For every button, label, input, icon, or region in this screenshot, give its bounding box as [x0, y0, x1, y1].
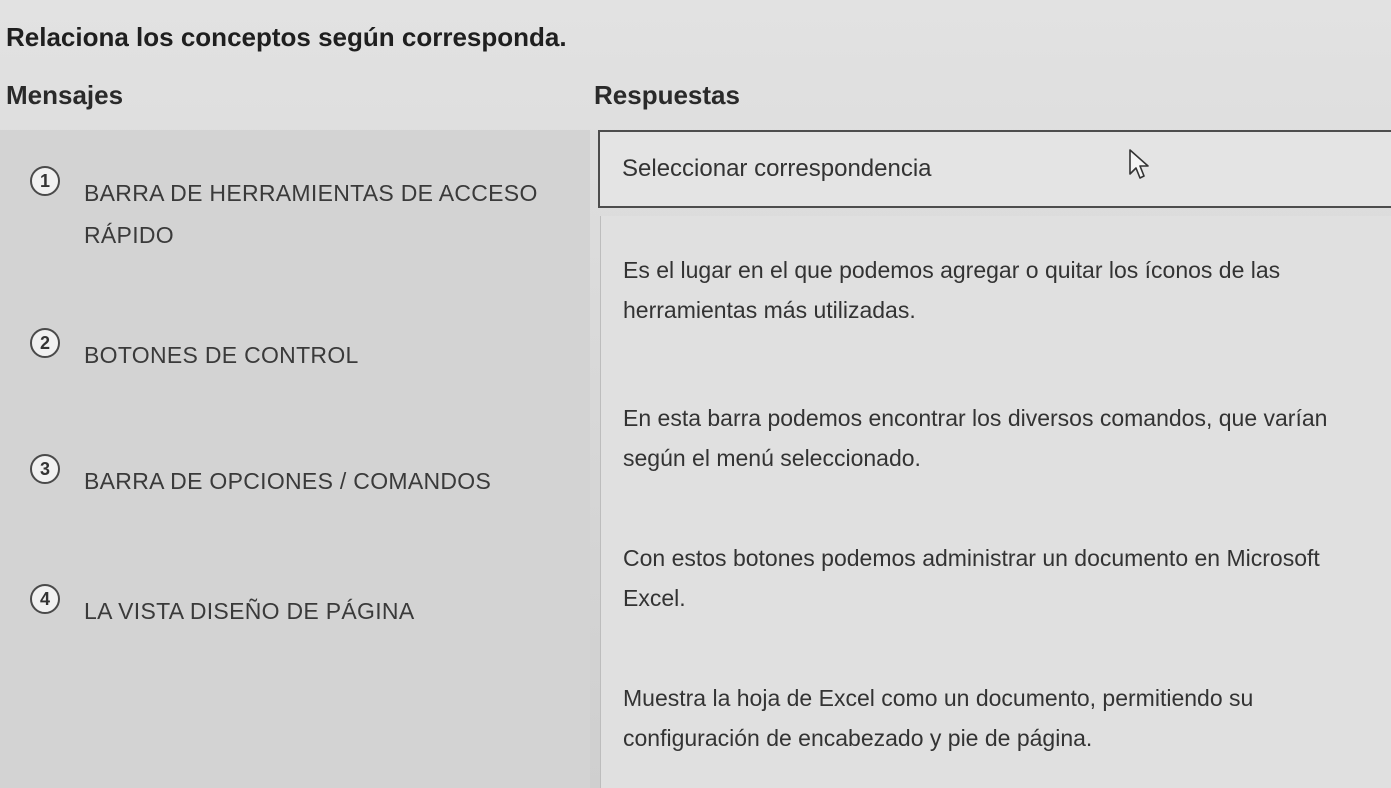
answer-option-2[interactable]: En esta barra podemos encontrar los dive… [623, 398, 1363, 478]
message-item-1: 1 BARRA DE HERRAMIENTAS DE ACCESO RÁPIDO [30, 166, 554, 256]
message-text-4: LA VISTA DISEÑO DE PÁGINA [84, 598, 415, 624]
number-badge-2: 2 [30, 328, 60, 358]
number-badge-1: 1 [30, 166, 60, 196]
answer-option-1[interactable]: Es el lugar en el que podemos agregar o … [623, 250, 1363, 330]
select-placeholder: Seleccionar correspondencia [622, 155, 932, 182]
number-badge-3: 3 [30, 454, 60, 484]
messages-column-title: Mensajes [6, 80, 124, 110]
mouse-pointer-icon [1129, 149, 1149, 179]
instruction-text: Relaciona los conceptos según correspond… [6, 22, 567, 52]
matching-exercise: Relaciona los conceptos según correspond… [0, 0, 1391, 788]
message-item-4: 4 LA VISTA DISEÑO DE PÁGINA [30, 584, 415, 632]
message-text-3: BARRA DE OPCIONES / COMANDOS [84, 468, 492, 494]
number-badge-4: 4 [30, 584, 60, 614]
answers-panel: Es el lugar en el que podemos agregar o … [600, 216, 1391, 788]
answers-column-title: Respuestas [594, 80, 740, 110]
answer-option-3[interactable]: Con estos botones podemos administrar un… [623, 538, 1363, 618]
correspondence-select[interactable]: Seleccionar correspondencia [598, 130, 1391, 208]
message-item-3: 3 BARRA DE OPCIONES / COMANDOS [30, 454, 492, 502]
message-text-1: BARRA DE HERRAMIENTAS DE ACCESO RÁPIDO [84, 180, 538, 248]
message-item-2: 2 BOTONES DE CONTROL [30, 328, 359, 376]
message-text-2: BOTONES DE CONTROL [84, 342, 359, 368]
answer-option-4[interactable]: Muestra la hoja de Excel como un documen… [623, 678, 1363, 758]
